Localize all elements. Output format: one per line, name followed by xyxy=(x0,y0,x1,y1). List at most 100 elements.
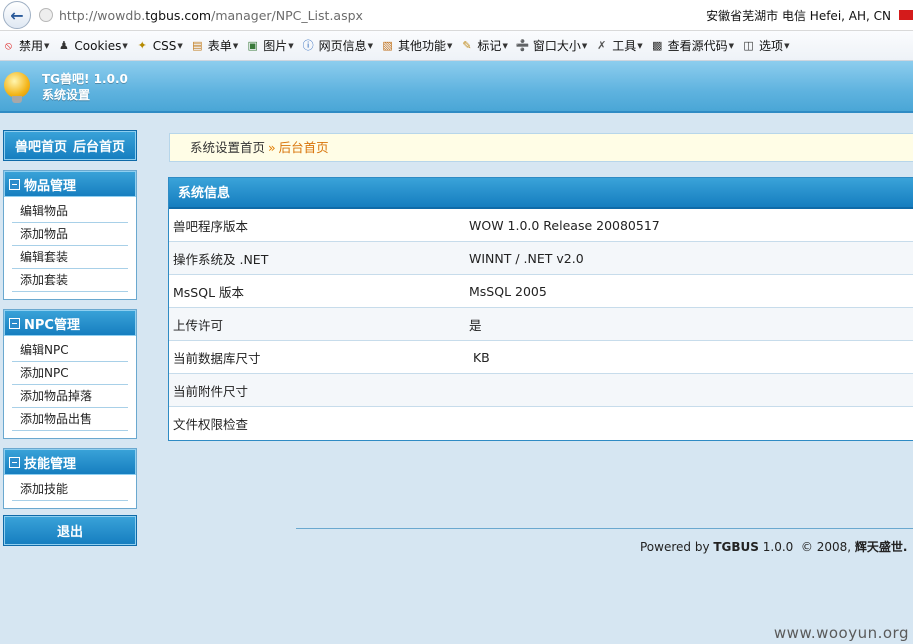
row-key: 上传许可 xyxy=(173,317,224,333)
row-value: KB xyxy=(469,349,490,365)
toolbar-label: 网页信息 xyxy=(318,39,367,53)
toolbar-tools[interactable]: ✗ 工具 ▼ xyxy=(594,37,643,54)
row-key: 文件权限检查 xyxy=(173,417,249,432)
collapse-icon[interactable] xyxy=(9,317,20,329)
caret-down-icon: ▼ xyxy=(447,41,453,50)
panel-title: NPC管理 xyxy=(24,317,80,333)
lightbulb-icon xyxy=(4,72,30,98)
webdev-toolbar: ⦸ 禁用 ▼ ♟ Cookies ▼ ✦ CSS ▼ ▤ 表单 ▼ ▣ 图片 ▼ ⓘ 网页信息 ▼ ▧ 其… xyxy=(0,31,913,61)
row-key: 兽吧程序版本 xyxy=(173,218,249,234)
row-key: 当前数据库尺寸 xyxy=(173,350,261,366)
table-title: 系统信息 xyxy=(169,178,913,209)
admin-home-link[interactable]: 后台首页 xyxy=(73,136,125,155)
toolbar-options[interactable]: ◫ 选项 ▼ xyxy=(741,37,789,54)
wand-icon: ✦ xyxy=(137,39,147,52)
url-field[interactable]: http://wowdb.tgbus.com/manager/NPC_List.… xyxy=(59,8,363,23)
toolbar-images[interactable]: ▣ 图片 ▼ xyxy=(245,37,294,54)
toolbar-misc[interactable]: ▧ 其他功能 ▼ xyxy=(380,37,452,54)
logout-button[interactable]: 退出 xyxy=(3,515,137,546)
caret-down-icon: ▼ xyxy=(784,41,790,50)
app-section: 系统设置 xyxy=(42,88,91,102)
toolbar-info[interactable]: ⓘ 网页信息 ▼ xyxy=(301,37,373,54)
caret-down-icon: ▼ xyxy=(122,41,128,50)
toolbar-disable[interactable]: ⦸ 禁用 ▼ xyxy=(1,37,50,54)
panel-title: 技能管理 xyxy=(24,456,77,472)
panel-header[interactable]: 技能管理 xyxy=(4,449,136,475)
toolbar-label: 图片 xyxy=(263,39,288,53)
toolbar-cookies[interactable]: ♟ Cookies ▼ xyxy=(56,38,128,53)
caret-down-icon: ▼ xyxy=(288,41,294,50)
toolbar-label: 工具 xyxy=(612,39,637,53)
toolbar-label: CSS xyxy=(152,38,177,53)
sidebar-item-add-drop[interactable]: 添加物品掉落 xyxy=(12,385,128,408)
url-prefix: http://wowdb. xyxy=(59,7,146,23)
lightbulb-base xyxy=(12,96,22,103)
sidebar-item-add-item[interactable]: 添加物品 xyxy=(12,223,128,246)
system-info-table: 系统信息 兽吧程序版本 WOW 1.0.0 Release 20080517 操作… xyxy=(168,177,913,441)
panel-list: 编辑物品 添加物品 编辑套装 添加套装 xyxy=(4,197,136,299)
forum-home-link[interactable]: 兽吧首页 xyxy=(15,136,67,155)
toolbar-css[interactable]: ✦ CSS ▼ xyxy=(135,38,183,53)
person-icon: ♟ xyxy=(58,39,69,52)
panel-skills: 技能管理 添加技能 xyxy=(3,448,137,509)
row-value: WOW 1.0.0 Release 20080517 xyxy=(469,217,660,233)
options-icon: ◫ xyxy=(743,39,754,52)
image-icon: ▣ xyxy=(247,39,258,52)
footer-credits: Powered by TGBUS 1.0.0 © 2008, 辉天盛世. xyxy=(640,538,907,555)
table-row: MsSQL 版本 MsSQL 2005 xyxy=(169,275,913,308)
footer-brand[interactable]: TGBUS xyxy=(713,540,759,554)
sidebar-item-edit-set[interactable]: 编辑套装 xyxy=(12,246,128,269)
footer-owner[interactable]: 辉天盛世. xyxy=(855,540,908,554)
globe-icon xyxy=(39,8,53,22)
collapse-icon[interactable] xyxy=(9,178,20,190)
toolbar-resize[interactable]: ➗ 窗口大小 ▼ xyxy=(515,37,587,54)
toolbar-label: 查看源代码 xyxy=(667,39,728,53)
sidebar-item-add-sale[interactable]: 添加物品出售 xyxy=(12,408,128,431)
url-path: /manager/NPC_List.aspx xyxy=(211,7,363,23)
sidebar-item-add-npc[interactable]: 添加NPC xyxy=(12,362,128,385)
app-header: TG兽吧! 1.0.0 系统设置 xyxy=(0,61,913,113)
home-links: 兽吧首页 后台首页 xyxy=(3,130,137,161)
sidebar-item-add-set[interactable]: 添加套装 xyxy=(12,269,128,292)
toolbar-outline[interactable]: ✎ 标记 ▼ xyxy=(459,37,508,54)
sidebar-item-edit-item[interactable]: 编辑物品 xyxy=(12,200,128,223)
footer-prefix: Powered by xyxy=(640,540,714,554)
caret-down-icon: ▼ xyxy=(728,41,735,50)
address-bar: ← http://wowdb.tgbus.com/manager/NPC_Lis… xyxy=(0,0,913,31)
clipboard-icon: ▤ xyxy=(192,39,203,52)
caret-down-icon: ▼ xyxy=(502,41,508,50)
row-key: 当前附件尺寸 xyxy=(173,383,249,399)
table-row: 兽吧程序版本 WOW 1.0.0 Release 20080517 xyxy=(169,209,913,242)
pencil-icon: ✎ xyxy=(462,39,472,52)
toolbar-forms[interactable]: ▤ 表单 ▼ xyxy=(190,37,238,54)
sidebar: 兽吧首页 后台首页 物品管理 编辑物品 添加物品 编辑套装 添加套装 NPC管理… xyxy=(3,130,137,546)
panel-list: 添加技能 xyxy=(4,475,136,508)
table-row: 操作系统及 .NET WINNT / .NET v2.0 xyxy=(169,242,913,275)
caret-down-icon: ▼ xyxy=(232,41,239,50)
toolbar-label: 窗口大小 xyxy=(532,39,581,53)
console-icon: ▩ xyxy=(651,39,663,52)
caret-down-icon: ▼ xyxy=(637,41,643,50)
panel-header[interactable]: NPC管理 xyxy=(4,310,136,336)
panel-header[interactable]: 物品管理 xyxy=(4,171,136,197)
tools-icon: ✗ xyxy=(597,39,607,52)
caret-down-icon: ▼ xyxy=(177,41,183,50)
breadcrumb-root[interactable]: 系统设置首页 xyxy=(190,140,265,155)
caret-down-icon: ▼ xyxy=(581,41,588,50)
toolbar-view-source[interactable]: ▩ 查看源代码 ▼ xyxy=(650,37,734,54)
sidebar-item-add-skill[interactable]: 添加技能 xyxy=(12,478,128,501)
panel-title: 物品管理 xyxy=(24,178,77,194)
info-icon: ⓘ xyxy=(302,39,314,52)
caret-down-icon: ▼ xyxy=(367,41,374,50)
collapse-icon[interactable] xyxy=(9,456,20,468)
row-value: MsSQL 2005 xyxy=(469,283,547,299)
table-row: 当前附件尺寸 xyxy=(169,374,913,407)
row-key: MsSQL 版本 xyxy=(173,284,245,300)
toolbar-label: 标记 xyxy=(477,39,502,53)
table-row: 上传许可 是 xyxy=(169,308,913,341)
back-arrow-icon[interactable]: ← xyxy=(3,1,31,29)
breadcrumb: 系统设置首页» 后台首页 xyxy=(169,133,913,162)
table-row: 当前数据库尺寸 KB xyxy=(169,341,913,374)
toolbar-label: 禁用 xyxy=(19,39,44,53)
sidebar-item-edit-npc[interactable]: 编辑NPC xyxy=(12,339,128,362)
